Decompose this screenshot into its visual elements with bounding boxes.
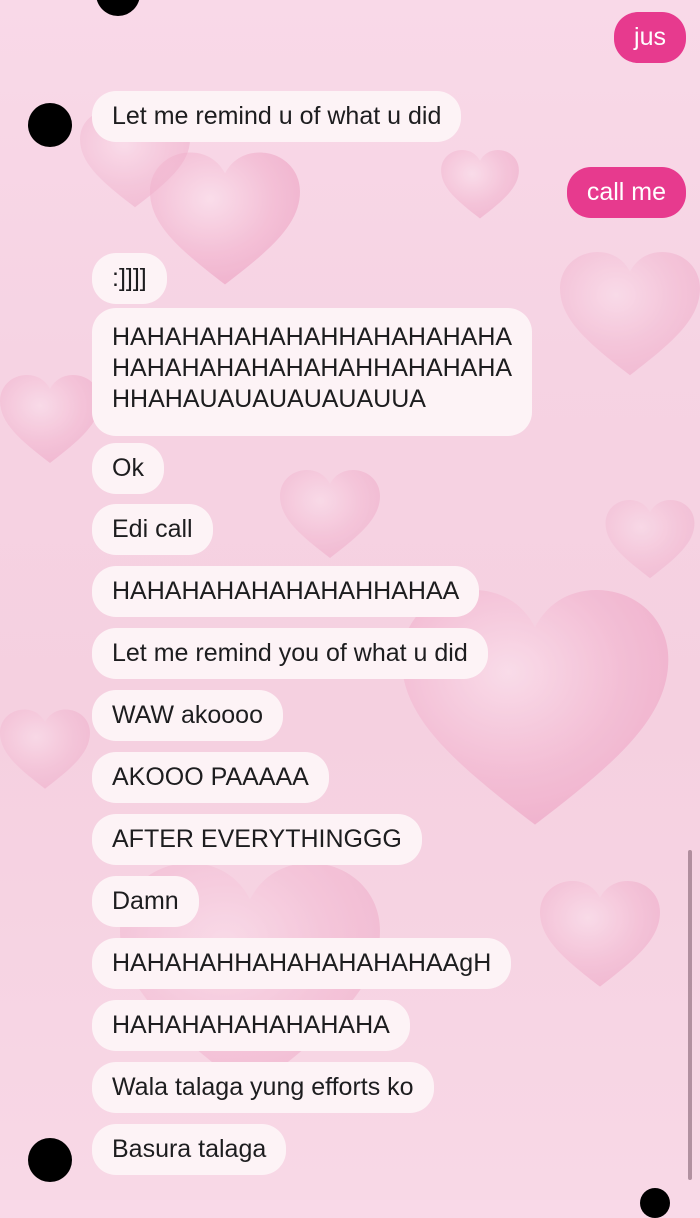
incoming-message[interactable]: WAW akoooo [92, 690, 283, 741]
outgoing-message[interactable]: call me [566, 167, 686, 218]
message-line: HAHAHAHAHAHAHAHHAHAHAHA [112, 354, 513, 382]
chat-thread[interactable]: jus Let me remind u of what u did call m… [0, 0, 700, 1218]
outgoing-message[interactable]: jus [614, 12, 686, 63]
avatar[interactable] [640, 1188, 670, 1218]
avatar[interactable] [28, 1138, 72, 1182]
incoming-message[interactable]: HAHAHAHHAHAHAHAHAHAAgH [92, 938, 512, 989]
incoming-message[interactable]: HAHAHAHAHAHAHAHHAHAA [92, 566, 480, 617]
incoming-message[interactable]: Edi call [92, 504, 213, 555]
incoming-message[interactable]: HAHAHAHAHAHAHAHA [92, 1000, 410, 1051]
message-line: HAHAHAHAHAHAHHAHAHAHAHA [112, 323, 513, 351]
incoming-message[interactable]: :]]]] [92, 253, 167, 304]
message-line: HHAHAUAUAUAUAUAUUA [112, 385, 426, 413]
incoming-message[interactable]: Wala talaga yung efforts ko [92, 1062, 434, 1113]
avatar[interactable] [28, 103, 72, 147]
incoming-message[interactable]: AKOOO PAAAAA [92, 752, 329, 803]
incoming-message[interactable]: Let me remind you of what u did [92, 628, 488, 679]
incoming-message[interactable]: Ok [92, 443, 164, 494]
incoming-message[interactable]: AFTER EVERYTHINGGG [92, 814, 422, 865]
incoming-message[interactable]: Let me remind u of what u did [92, 91, 462, 142]
avatar[interactable] [96, 0, 140, 16]
incoming-message[interactable]: Damn [92, 876, 199, 927]
incoming-message[interactable]: Basura talaga [92, 1124, 287, 1175]
incoming-message[interactable]: HAHAHAHAHAHAHHAHAHAHAHA HAHAHAHAHAHAHAHH… [92, 308, 533, 436]
